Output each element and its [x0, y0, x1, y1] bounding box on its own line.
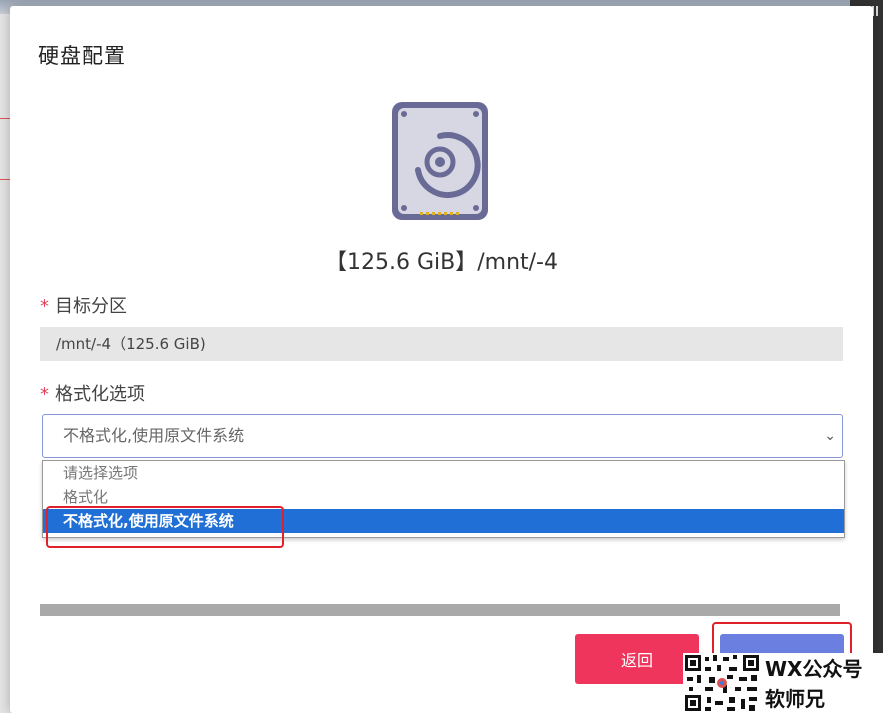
chevron-down-icon[interactable]: ⌄ — [824, 415, 836, 457]
disk-caption: 【125.6 GiB】/mnt/-4 — [325, 250, 558, 275]
format-option-select[interactable]: 不格式化,使用原文件系统 ⌄ — [42, 414, 843, 458]
target-partition-label-text: 目标分区 — [55, 296, 127, 317]
disk-config-dialog: 硬盘配置 【125.6 GiB】/mnt/-4 * 目标分区 /mnt/-4（12… — [10, 6, 873, 713]
required-mark: * — [40, 384, 49, 405]
dropdown-option-placeholder[interactable]: 请选择选项 — [43, 461, 844, 485]
watermark-line1: WX公众号 — [765, 657, 863, 681]
watermark-line2: 软师兄 — [765, 687, 825, 711]
hard-disk-icon — [392, 102, 488, 220]
watermark: WX公众号 软师兄 — [683, 653, 883, 713]
progress-bar — [40, 604, 840, 616]
required-mark: * — [40, 296, 49, 317]
format-option-label: * 格式化选项 — [40, 380, 145, 406]
target-partition-field: /mnt/-4（125.6 GiB) — [40, 327, 843, 361]
back-button[interactable]: 返回 — [575, 634, 699, 684]
dialog-title: 硬盘配置 — [38, 44, 126, 68]
qr-code-icon — [683, 653, 761, 713]
target-partition-label: * 目标分区 — [40, 292, 127, 318]
format-option-selected-value: 不格式化,使用原文件系统 — [63, 426, 245, 445]
annotation-highlight-option — [46, 506, 284, 548]
format-option-label-text: 格式化选项 — [55, 384, 145, 405]
